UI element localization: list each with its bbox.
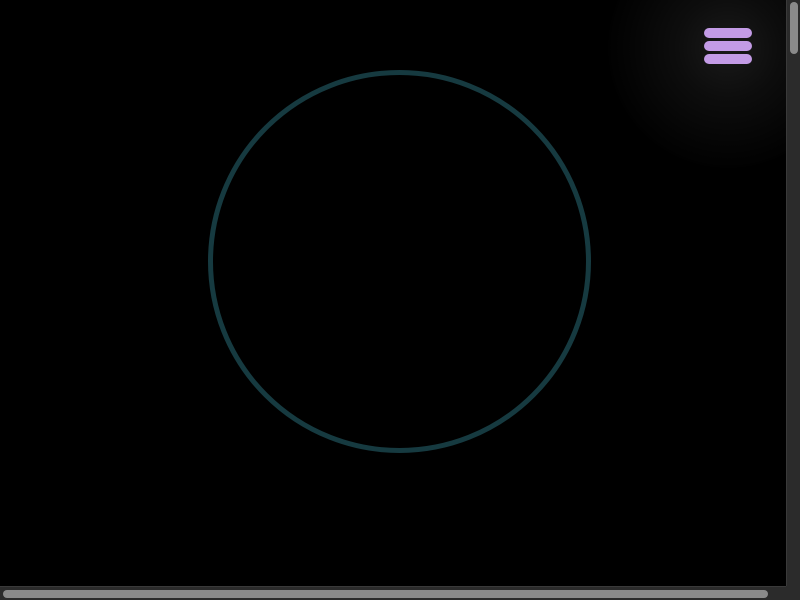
horizontal-scrollbar-thumb[interactable] bbox=[3, 590, 768, 598]
hamburger-menu-button[interactable] bbox=[700, 24, 756, 68]
scrollbar-corner bbox=[786, 586, 800, 600]
menu-glow bbox=[608, 0, 786, 168]
horizontal-scrollbar[interactable] bbox=[0, 586, 786, 600]
menu-bar-icon bbox=[704, 28, 752, 38]
menu-bar-icon bbox=[704, 41, 752, 51]
menu-bar-icon bbox=[704, 54, 752, 64]
vertical-scrollbar[interactable] bbox=[786, 0, 800, 586]
canvas-area bbox=[0, 0, 786, 586]
vertical-scrollbar-thumb[interactable] bbox=[790, 2, 798, 54]
ring-circle bbox=[208, 70, 591, 453]
app-viewport bbox=[0, 0, 800, 600]
